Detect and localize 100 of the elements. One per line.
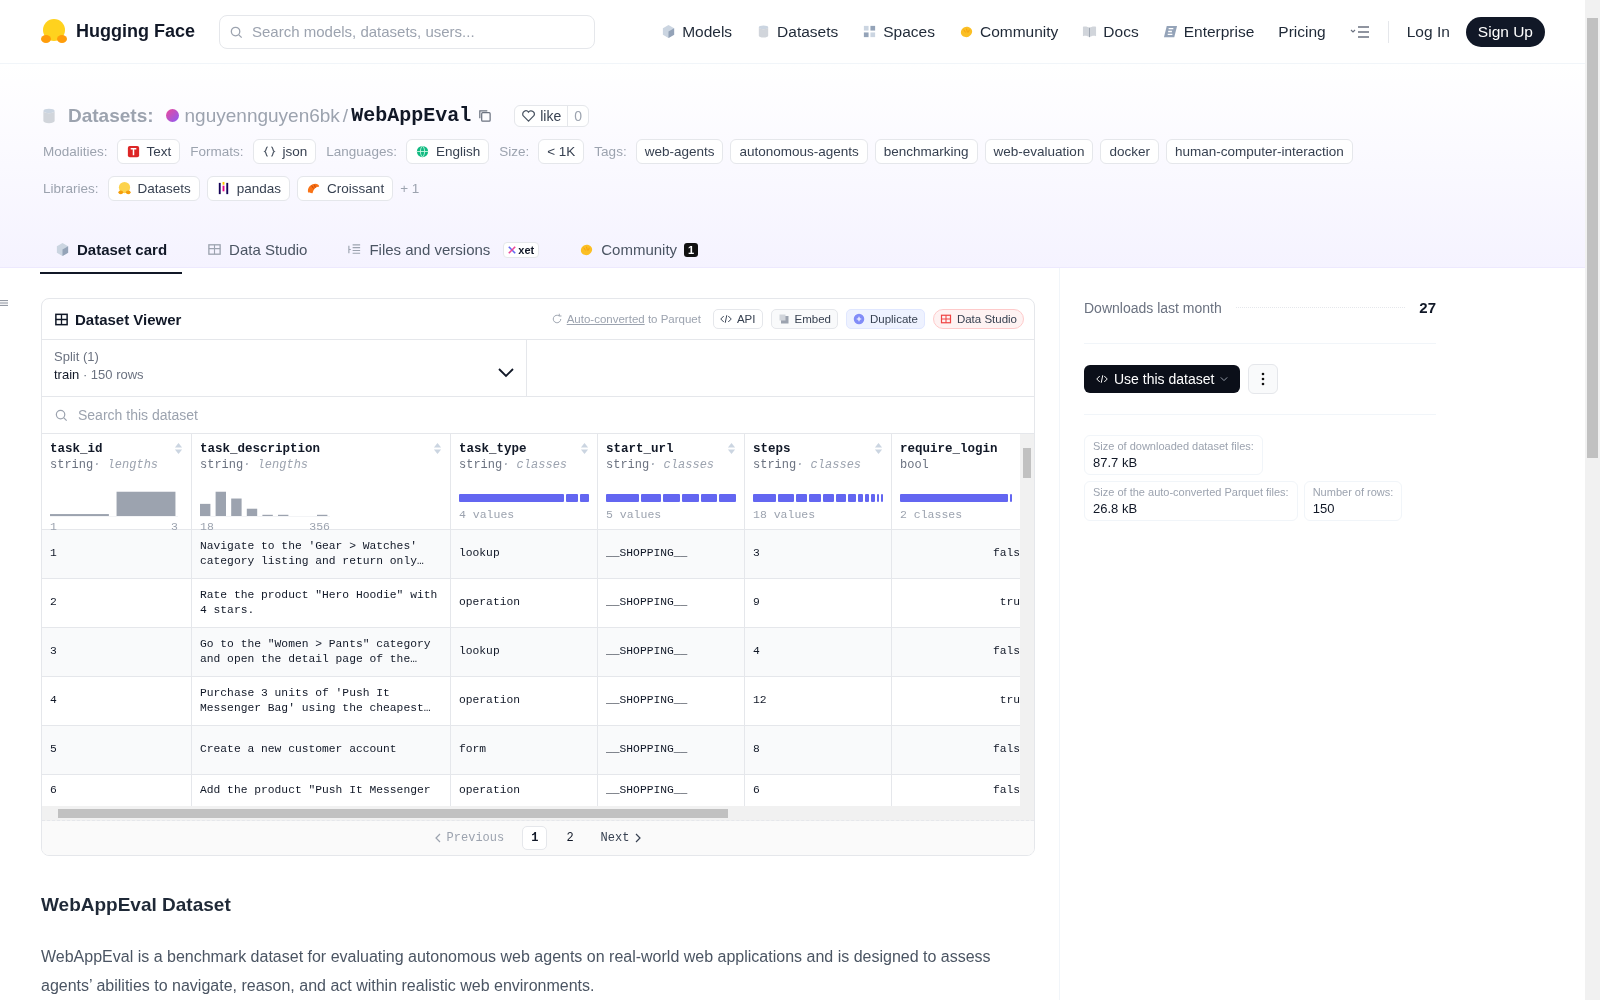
split-selector[interactable]: Split (1) train · 150 rows [42, 340, 527, 396]
table-cell: fals [992, 546, 1020, 562]
table-cell-text: Add the product "Push It Messenger [200, 783, 431, 798]
logo-icon[interactable] [40, 17, 68, 46]
sort-icon[interactable] [874, 442, 883, 455]
menu-icon[interactable] [1349, 24, 1370, 39]
signup-button[interactable]: Sign Up [1465, 16, 1545, 47]
library-chip[interactable]: Croissant [297, 176, 394, 201]
chevron-left-icon [434, 833, 441, 843]
column-name[interactable]: task_description [200, 442, 321, 456]
column-name[interactable]: steps [753, 442, 791, 456]
sort-icon[interactable] [727, 442, 736, 455]
column-summary: 5 values [606, 508, 663, 521]
table-cell: 2 [50, 595, 57, 611]
stat-label: Number of rows: [1312, 486, 1394, 498]
cube-icon [661, 24, 677, 39]
hand-icon [579, 242, 595, 257]
table-cell: fals [992, 644, 1020, 660]
table-cell-text: Navigate to the 'Gear > Watches' category listing and return only… [200, 538, 425, 569]
tag-chip[interactable]: human-computer-interaction [1165, 139, 1353, 164]
table-cell: tru [999, 595, 1020, 611]
vertical-scrollbar[interactable] [1020, 434, 1034, 806]
table-cell: 5 [50, 742, 57, 758]
table-cell: 1 [50, 546, 57, 562]
column-stat: · classes [502, 458, 568, 472]
page-link[interactable]: 2 [557, 826, 583, 850]
table-cell: 3 [753, 546, 760, 562]
sort-icon[interactable] [174, 442, 183, 455]
table-cell: 8 [753, 742, 760, 758]
tag-chip[interactable]: json [252, 139, 317, 164]
tag-chip[interactable]: < 1K [538, 139, 585, 164]
table-cell-text: operation [459, 783, 520, 798]
croissant-icon [306, 181, 322, 196]
dataset-name[interactable]: WebAppEval [351, 104, 472, 127]
downloads-label: Downloads last month [1084, 299, 1222, 316]
tag-chip[interactable]: web-evaluation [984, 139, 1094, 164]
column-name[interactable]: task_type [459, 442, 527, 456]
use-dataset-button[interactable]: Use this dataset [1084, 365, 1241, 393]
chevron-right-icon [635, 833, 642, 843]
column-name[interactable]: require_login [900, 442, 998, 456]
column-type: bool [900, 458, 929, 472]
column-type: string [753, 458, 797, 472]
stat-value: 26.8 kB [1093, 501, 1139, 516]
tab[interactable]: Data Studio [192, 229, 323, 274]
nav-link[interactable]: Enterprise [1162, 22, 1255, 41]
stat-value: 87.7 kB [1093, 455, 1139, 470]
tab[interactable]: Dataset card [40, 229, 183, 274]
tab[interactable]: Community 1 [564, 229, 714, 274]
library-chip[interactable]: Datasets [107, 176, 200, 201]
range-min: 1 [50, 520, 57, 533]
table-cell-text: Go to the "Women > Pants" category and open the detail page of the… [200, 636, 432, 667]
stat-label: Size of downloaded dataset files: [1093, 440, 1254, 452]
tag-chip[interactable]: benchmarking [874, 139, 978, 164]
tag-chip[interactable]: docker [1100, 139, 1159, 164]
nav-link[interactable]: Models [661, 22, 733, 41]
more-button[interactable] [1248, 364, 1279, 394]
next-link[interactable]: Next [592, 827, 656, 849]
nav-link[interactable]: Docs [1082, 22, 1139, 41]
nav-link[interactable]: Community [958, 22, 1059, 41]
table-cell: Create a new customer account [200, 742, 397, 758]
viewer-button[interactable]: Data Studio [932, 309, 1024, 329]
sort-icon[interactable] [433, 442, 442, 455]
table-icon [54, 311, 69, 327]
brand-name[interactable]: Hugging Face [76, 21, 195, 42]
table-cell: tru [999, 693, 1020, 709]
table-cell: 9 [753, 595, 760, 611]
count-badge: 1 [684, 242, 699, 257]
viewer-button[interactable]: Duplicate [845, 309, 925, 329]
column-summary: 4 values [459, 508, 516, 521]
tab[interactable]: Files and versions xet [332, 229, 555, 274]
more-icon [1261, 372, 1266, 386]
nav-link[interactable]: Spaces [862, 22, 935, 41]
nav-link[interactable]: Pricing [1278, 22, 1326, 41]
like-button[interactable]: like 0 [514, 104, 589, 127]
library-chip[interactable]: pandas [206, 176, 291, 201]
page-scrollbar[interactable] [1585, 0, 1600, 1000]
column-name[interactable]: start_url [606, 442, 674, 456]
page-link[interactable]: 1 [522, 826, 548, 850]
split-name: train [54, 367, 80, 382]
tag-chip[interactable]: web-agents [635, 139, 724, 164]
tag-chip[interactable]: autonomous-agents [730, 139, 868, 164]
sort-icon[interactable] [580, 442, 589, 455]
viewer-button[interactable]: API [712, 309, 763, 329]
table-cell: __SHOPPING__ [606, 693, 688, 709]
copy-icon[interactable] [477, 108, 493, 123]
horizontal-scrollbar[interactable] [42, 806, 1034, 821]
column-type: string [200, 458, 244, 472]
search-icon [229, 24, 244, 40]
table-cell: __SHOPPING__ [606, 644, 688, 660]
viewer-button[interactable]: Embed [770, 309, 838, 329]
tag-chip[interactable]: Text [116, 139, 181, 164]
nav-link[interactable]: Datasets [756, 22, 839, 41]
search-field[interactable]: Search models, datasets, users... [219, 14, 595, 49]
table-cell: form [459, 742, 487, 758]
xet-badge: xet [503, 241, 540, 258]
tag-chip[interactable]: English [405, 139, 490, 164]
column-name[interactable]: task_id [50, 442, 103, 456]
login-link[interactable]: Log In [1406, 22, 1450, 41]
table-icon [939, 313, 952, 325]
outline-icon[interactable] [0, 298, 8, 308]
